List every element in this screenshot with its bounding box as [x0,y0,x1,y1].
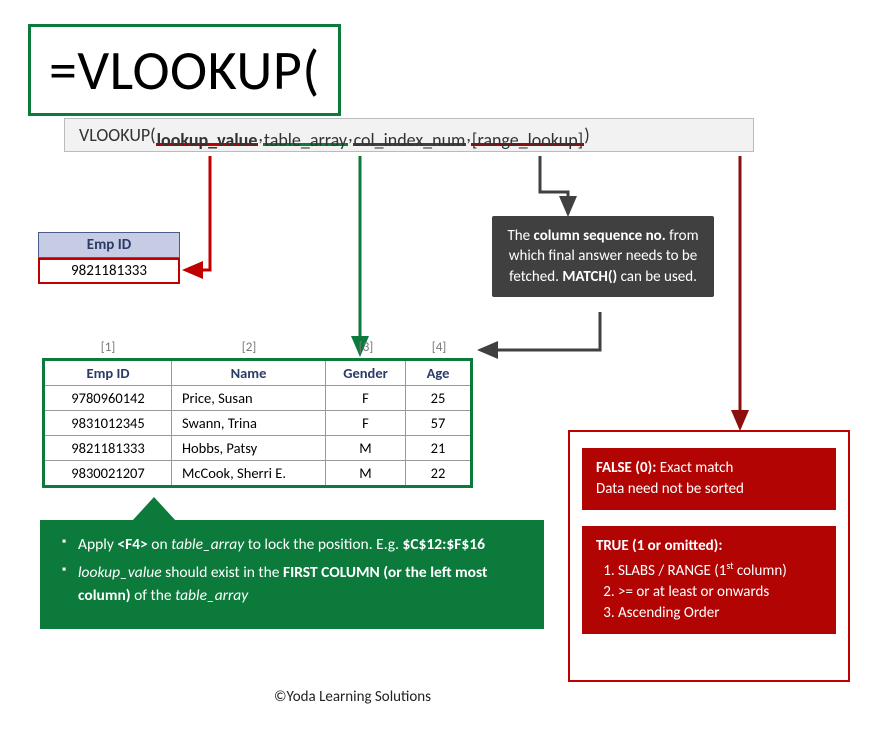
formula-text: =VLOOKUP( [49,37,320,105]
table-header-row: Emp ID Name Gender Age [44,360,472,386]
green-callout-pointer [132,497,176,521]
range-lookup-panel: FALSE (0): Exact matchData need not be s… [568,430,850,682]
cell-name: Swann, Trina [172,411,326,436]
rl-true-item: >= or at least or onwards [618,582,822,603]
table-row: 9831012345 Swann, Trina F 57 [44,411,472,436]
colnum-1: [1] [44,340,172,355]
employee-table: Emp ID Name Gender Age 9780960142 Price,… [42,358,473,488]
cell-id: 9780960142 [44,386,172,411]
cell-age: 25 [406,386,472,411]
colnum-3: [3] [326,340,406,355]
function-tooltip: VLOOKUP( lookup_value, table_array, col_… [64,118,754,152]
th-gender: Gender [326,360,406,386]
th-name: Name [172,360,326,386]
copyright-text: ©Yoda Learning Solutions [274,688,431,706]
tooltip-fn: VLOOKUP( [79,119,156,151]
tooltip-arg3: col_index_num [353,124,467,146]
th-empid: Emp ID [44,360,172,386]
tooltip-arg4: [range_lookup] [471,124,584,146]
formula-box: =VLOOKUP( [28,24,341,116]
column-numbers: [1] [2] [3] [4] [44,340,474,355]
cell-name: Hobbs, Patsy [172,436,326,461]
range-lookup-false: FALSE (0): Exact matchData need not be s… [582,448,836,510]
table-row: 9821181333 Hobbs, Patsy M 21 [44,436,472,461]
colnum-2: [2] [172,340,326,355]
column-sequence-callout: The column sequence no. from which final… [492,216,714,297]
cell-gender: F [326,386,406,411]
range-lookup-true: TRUE (1 or omitted): SLABS / RANGE (1st … [582,526,836,634]
table-array-tip: Apply <F4> on table_array to lock the po… [40,520,544,629]
colnum-4: [4] [406,340,472,355]
emp-id-value: 9821181333 [38,258,180,284]
cell-id: 9830021207 [44,461,172,487]
tip-line-2: lookup_value should exist in the FIRST C… [62,562,526,607]
tooltip-close: ) [584,119,589,151]
cell-id: 9831012345 [44,411,172,436]
rl-true-head: TRUE (1 or omitted): [596,537,723,555]
tooltip-arg1: lookup_value [156,124,259,146]
tip-line-1: Apply <F4> on table_array to lock the po… [62,534,526,556]
cell-id: 9821181333 [44,436,172,461]
cell-gender: F [326,411,406,436]
table-row: 9830021207 McCook, Sherri E. M 22 [44,461,472,487]
rl-true-item: SLABS / RANGE (1st column) [618,559,822,582]
table-row: 9780960142 Price, Susan F 25 [44,386,472,411]
cell-gender: M [326,436,406,461]
emp-id-header: Emp ID [38,232,180,258]
th-age: Age [406,360,472,386]
rl-true-item: Ascending Order [618,603,822,624]
cell-age: 57 [406,411,472,436]
tooltip-arg2: table_array [263,124,348,146]
cell-name: McCook, Sherri E. [172,461,326,487]
cell-age: 22 [406,461,472,487]
cell-name: Price, Susan [172,386,326,411]
cell-age: 21 [406,436,472,461]
cell-gender: M [326,461,406,487]
